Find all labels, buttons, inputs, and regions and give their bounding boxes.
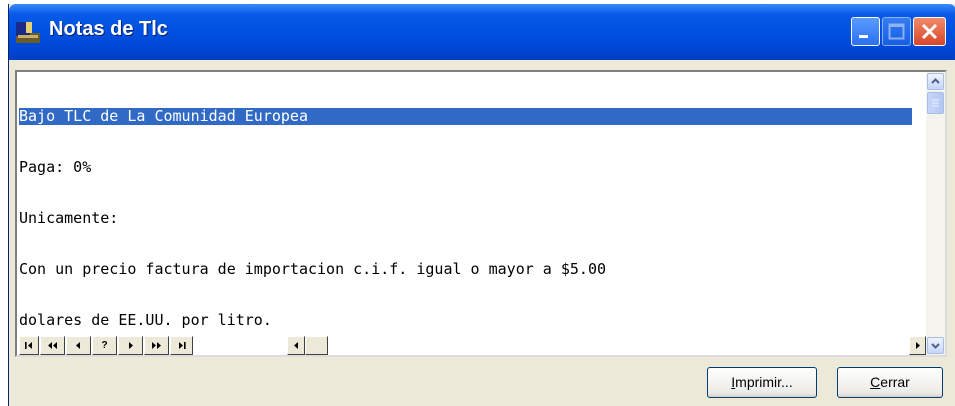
nav-help-button[interactable]: ?: [92, 336, 117, 355]
nav-next-page-button[interactable]: [144, 336, 169, 355]
nav-next-button[interactable]: [118, 336, 143, 355]
horizontal-scroll-track[interactable]: [305, 336, 909, 355]
window-title: Notas de Tlc: [49, 18, 168, 40]
notes-memo[interactable]: Bajo TLC de La Comunidad Europea Paga: 0…: [15, 70, 947, 357]
notes-text[interactable]: Bajo TLC de La Comunidad Europea Paga: 0…: [19, 74, 912, 363]
prior-page-icon: [48, 342, 57, 349]
chevron-up-icon: [931, 78, 940, 84]
maximize-icon: [888, 23, 905, 40]
nav-first-button[interactable]: [19, 336, 39, 355]
close-mnemonic: C: [870, 374, 881, 390]
nav-prior-page-button[interactable]: [40, 336, 65, 355]
chevron-down-icon: [931, 343, 940, 349]
next-page-icon: [152, 342, 161, 349]
arrow-right-icon: [916, 342, 920, 349]
app-icon: [16, 22, 40, 43]
close-icon: [921, 23, 938, 40]
close-window-button[interactable]: [913, 17, 946, 46]
scroll-right-button[interactable]: [909, 336, 926, 355]
grip-icon: [932, 99, 939, 107]
maximize-button[interactable]: [882, 17, 911, 46]
notes-window: Notas de Tlc Bajo TLC de La Comunidad Eu…: [8, 4, 955, 406]
scroll-down-button[interactable]: [927, 337, 944, 354]
close-button[interactable]: Cerrar: [837, 367, 943, 398]
note-line[interactable]: Paga: 0%: [19, 159, 912, 176]
print-label: mprimir...: [735, 374, 793, 390]
nav-prior-button[interactable]: [66, 336, 91, 355]
note-line[interactable]: dolares de EE.UU. por litro.: [19, 312, 912, 329]
nav-last-button[interactable]: [170, 336, 193, 355]
next-record-icon: [129, 342, 133, 349]
note-line[interactable]: Con un precio factura de importacion c.i…: [19, 261, 912, 278]
scroll-up-button[interactable]: [927, 73, 944, 90]
close-label: errar: [880, 374, 910, 390]
minimize-icon: [859, 35, 868, 38]
first-record-icon: [25, 342, 32, 349]
arrow-left-icon: [294, 342, 298, 349]
title-bar[interactable]: Notas de Tlc: [9, 4, 955, 60]
scroll-thumb[interactable]: [927, 92, 944, 114]
vertical-scrollbar[interactable]: [926, 72, 945, 355]
horizontal-scroll-thumb[interactable]: [305, 336, 328, 355]
note-line-selected[interactable]: Bajo TLC de La Comunidad Europea: [19, 108, 912, 125]
last-record-icon: [179, 342, 186, 349]
print-button[interactable]: Imprimir...: [707, 367, 817, 398]
scroll-left-button[interactable]: [287, 336, 305, 355]
minimize-button[interactable]: [851, 17, 880, 46]
prior-record-icon: [76, 342, 80, 349]
note-line[interactable]: Unicamente:: [19, 210, 912, 227]
